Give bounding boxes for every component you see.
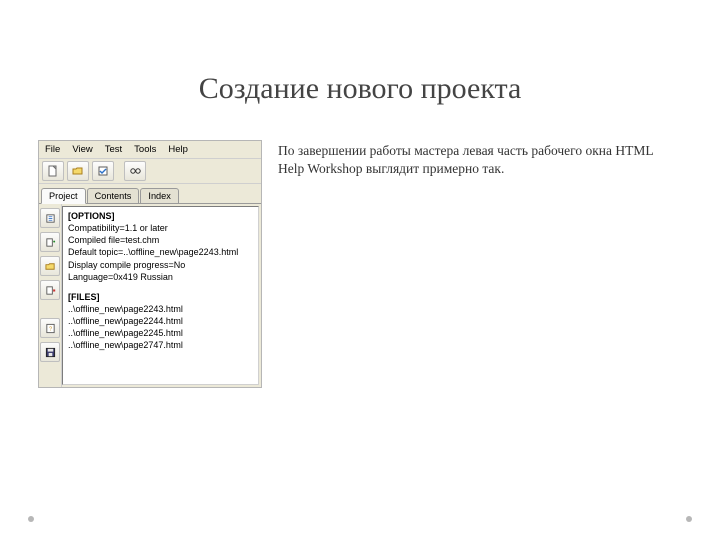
remove-icon	[45, 285, 56, 296]
help-doc-icon: ?	[45, 323, 56, 334]
floppy-save-icon	[45, 347, 56, 358]
slide-title: Создание нового проекта	[0, 72, 720, 106]
menu-item-tools[interactable]: Tools	[134, 144, 156, 155]
section-options: [OPTIONS]	[68, 210, 253, 222]
option-line: Compiled file=test.chm	[68, 234, 253, 246]
tab-contents[interactable]: Contents	[87, 188, 140, 204]
option-line: Language=0x419 Russian	[68, 271, 253, 283]
option-line: Default topic=..\offline_new\page2243.ht…	[68, 246, 253, 258]
slide-paragraph: По завершении работы мастера левая часть…	[278, 142, 680, 178]
toolbar-btn-view[interactable]	[124, 161, 146, 181]
side-btn-properties[interactable]	[40, 208, 60, 228]
option-line: Display compile progress=No	[68, 259, 253, 271]
tab-project[interactable]: Project	[41, 188, 86, 204]
app-screenshot: File View Test Tools Help	[38, 140, 262, 388]
toolbar-btn-open[interactable]	[67, 161, 89, 181]
properties-icon	[45, 213, 56, 224]
side-toolbar: ?	[39, 204, 62, 387]
toolbar	[39, 159, 261, 184]
folder-icon	[45, 261, 56, 272]
menu-item-test[interactable]: Test	[105, 144, 122, 155]
file-line: ..\offline_new\page2243.html	[68, 303, 253, 315]
folder-open-icon	[72, 165, 84, 177]
side-btn-folder[interactable]	[40, 256, 60, 276]
menu-item-help[interactable]: Help	[168, 144, 188, 155]
tab-panel: ? [OPTIONS] Compatibility=1.1 or later C…	[39, 204, 261, 387]
file-line: ..\offline_new\page2245.html	[68, 327, 253, 339]
new-file-icon	[47, 165, 59, 177]
section-files: [FILES]	[68, 291, 253, 303]
file-line: ..\offline_new\page2244.html	[68, 315, 253, 327]
file-line: ..\offline_new\page2747.html	[68, 339, 253, 351]
add-files-icon	[45, 237, 56, 248]
glasses-icon	[129, 165, 141, 177]
side-btn-view[interactable]: ?	[40, 318, 60, 338]
menu-item-file[interactable]: File	[45, 144, 60, 155]
project-listing: [OPTIONS] Compatibility=1.1 or later Com…	[62, 206, 259, 385]
compile-icon	[97, 165, 109, 177]
tab-strip: Project Contents Index	[39, 184, 261, 204]
decorative-dot	[686, 516, 692, 522]
option-line: Compatibility=1.1 or later	[68, 222, 253, 234]
side-btn-save[interactable]	[40, 342, 60, 362]
toolbar-btn-compile[interactable]	[92, 161, 114, 181]
toolbar-btn-new[interactable]	[42, 161, 64, 181]
side-btn-remove[interactable]	[40, 280, 60, 300]
tab-index[interactable]: Index	[140, 188, 178, 204]
decorative-dot	[28, 516, 34, 522]
menu-bar: File View Test Tools Help	[39, 141, 261, 159]
svg-text:?: ?	[48, 326, 51, 332]
menu-item-view[interactable]: View	[72, 144, 92, 155]
side-btn-add[interactable]	[40, 232, 60, 252]
